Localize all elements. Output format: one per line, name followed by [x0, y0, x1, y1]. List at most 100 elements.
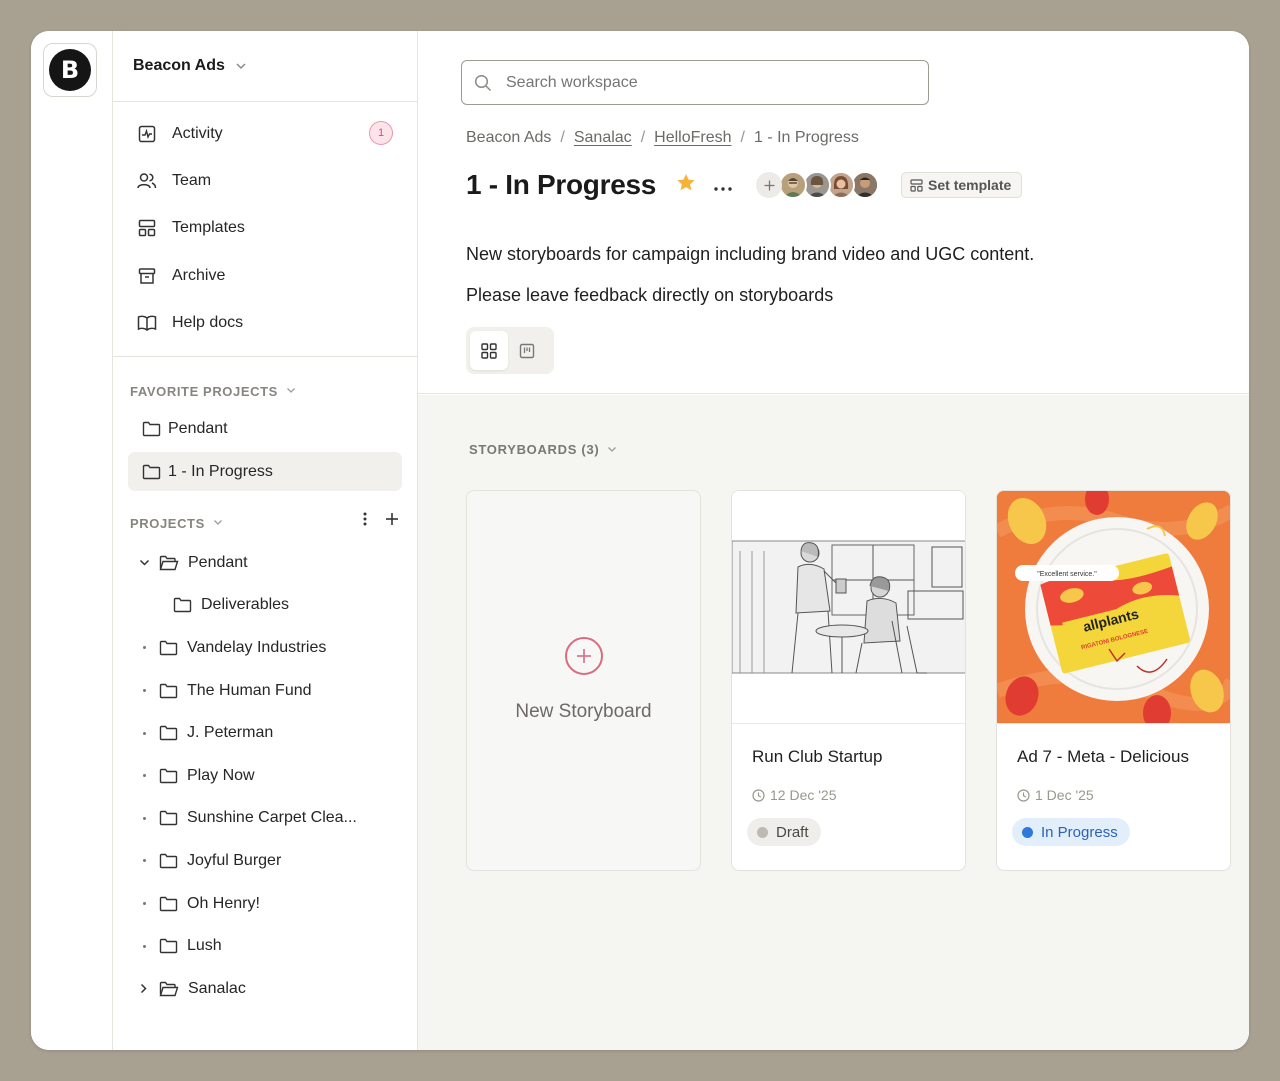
project-item-label: J. Peterman [187, 724, 274, 742]
folder-icon [159, 810, 178, 826]
project-item-label: Oh Henry! [187, 894, 260, 912]
project-item-human-fund[interactable]: The Human Fund [113, 669, 417, 712]
sidebar-item-label: Activity [172, 124, 223, 142]
sidebar-item-templates[interactable]: Templates [113, 205, 417, 252]
templates-icon [137, 218, 157, 238]
add-project-icon[interactable] [385, 512, 399, 529]
folder-icon [159, 768, 178, 784]
avatar[interactable] [851, 171, 880, 199]
grid-icon [481, 342, 497, 359]
favorite-projects-header[interactable]: FAVORITE PROJECTS [113, 379, 417, 403]
project-item-j-peterman[interactable]: J. Peterman [113, 712, 417, 755]
chevron-down-icon[interactable] [137, 559, 151, 567]
folder-icon [142, 464, 161, 480]
project-item-deliverables[interactable]: Deliverables [113, 584, 417, 627]
storyboard-title: Run Club Startup [752, 747, 883, 766]
project-item-label: Joyful Burger [187, 851, 282, 869]
storyboards-header[interactable]: STORYBOARDS (3) [469, 442, 617, 457]
set-template-button[interactable]: Set template [901, 172, 1023, 198]
avatar[interactable] [803, 171, 832, 199]
folder-icon [159, 938, 178, 954]
project-item-label: Sanalac [188, 979, 246, 997]
storyboard-thumbnail [732, 491, 965, 724]
project-item-label: Deliverables [201, 596, 290, 614]
storyboard-date: 12 Dec '25 [752, 787, 837, 803]
add-member-icon[interactable] [756, 172, 783, 198]
sidebar-item-activity[interactable]: Activity 1 [113, 110, 417, 157]
folder-icon [159, 640, 178, 656]
project-item-label: Lush [187, 937, 222, 955]
member-avatars[interactable] [756, 171, 880, 199]
sidebar-item-archive[interactable]: Archive [113, 252, 417, 299]
folder-icon [159, 853, 178, 869]
project-item-oh-henry[interactable]: Oh Henry! [113, 882, 417, 925]
storyboard-date-text: 12 Dec '25 [770, 787, 837, 803]
avatar[interactable] [827, 171, 856, 199]
thumbnail-quote: "Excellent service." [1037, 571, 1097, 578]
workspace-switcher[interactable]: B [43, 43, 97, 97]
storyboard-card-run-club[interactable]: Run Club Startup 12 Dec '25 Draft [731, 490, 966, 871]
favorite-item-pendant[interactable]: Pendant [128, 409, 402, 448]
chevron-down-icon [213, 517, 223, 529]
project-item-sunshine[interactable]: Sunshine Carpet Clea... [113, 797, 417, 840]
project-item-label: Vandelay Industries [187, 638, 327, 656]
workspace-header[interactable]: Beacon Ads [113, 31, 417, 102]
sidebar-item-label: Archive [172, 266, 226, 284]
more-vertical-icon[interactable] [363, 512, 367, 529]
project-item-joyful-burger[interactable]: Joyful Burger [113, 840, 417, 883]
chevron-down-icon [607, 444, 617, 456]
storyboard-card-ad7[interactable]: "Excellent service." allplants RIGATONI … [996, 490, 1231, 871]
page-title: 1 - In Progress [466, 169, 657, 200]
search-box[interactable] [461, 60, 929, 105]
status-badge[interactable]: In Progress [1012, 818, 1130, 846]
app-window: B Beacon Ads Activity 1 Team Templates A… [31, 31, 1249, 1050]
description-line: New storyboards for campaign including b… [466, 244, 1035, 264]
workspace-logo: B [49, 49, 91, 91]
favorite-projects-list: Pendant 1 - In Progress [113, 409, 417, 492]
chevron-right-icon[interactable] [137, 983, 151, 994]
grid-view-button[interactable] [470, 331, 508, 370]
new-storyboard-card[interactable]: New Storyboard [466, 490, 701, 871]
sidebar-item-team[interactable]: Team [113, 157, 417, 204]
workspace-name: Beacon Ads [133, 57, 225, 74]
project-item-lush[interactable]: Lush [113, 925, 417, 968]
storyboard-title: Ad 7 - Meta - Delicious [1017, 747, 1189, 766]
storyboards-section: STORYBOARDS (3) New Storyboard Run Club … [418, 395, 1249, 1050]
storyboard-date-text: 1 Dec '25 [1035, 787, 1094, 803]
breadcrumb-link-sanalac[interactable]: Sanalac [574, 129, 632, 147]
search-input[interactable] [506, 73, 906, 92]
chevron-down-icon [235, 57, 247, 75]
project-item-pendant[interactable]: Pendant [113, 541, 417, 584]
sidebar-item-help-docs[interactable]: Help docs [113, 299, 417, 346]
description-line: Please leave feedback directly on storyb… [466, 285, 834, 305]
project-item-vandelay[interactable]: Vandelay Industries [113, 627, 417, 670]
storyboards-heading: STORYBOARDS (3) [469, 442, 600, 457]
sidebar-item-label: Templates [172, 219, 245, 237]
avatar[interactable] [779, 171, 808, 199]
main-content: Beacon Ads / Sanalac / HelloFresh / 1 - … [418, 31, 1249, 1050]
more-horizontal-icon[interactable] [714, 174, 732, 197]
workspace-rail: B [31, 31, 113, 1050]
favorite-item-in-progress[interactable]: 1 - In Progress [128, 452, 402, 492]
folder-open-icon [159, 555, 179, 571]
project-item-label: The Human Fund [187, 681, 312, 699]
sidebar-item-label: Help docs [172, 313, 244, 331]
status-label: Draft [776, 823, 809, 841]
project-item-play-now[interactable]: Play Now [113, 754, 417, 797]
plus-circle-icon [564, 637, 603, 675]
sidebar-item-label: Team [172, 171, 212, 189]
project-item-label: Play Now [187, 766, 255, 784]
project-item-sanalac[interactable]: Sanalac [113, 967, 417, 1010]
projects-header[interactable]: PROJECTS [113, 511, 417, 535]
board-view-button[interactable] [508, 331, 546, 370]
breadcrumb-link-hellofresh[interactable]: HelloFresh [654, 129, 731, 147]
status-badge[interactable]: Draft [747, 818, 821, 846]
project-header: Beacon Ads / Sanalac / HelloFresh / 1 - … [418, 31, 1249, 394]
folder-icon [159, 896, 178, 912]
favorite-projects-heading: FAVORITE PROJECTS [130, 383, 278, 399]
breadcrumb-item[interactable]: Beacon Ads [466, 129, 551, 147]
sidebar-nav: Activity 1 Team Templates Archive Help d… [113, 102, 417, 358]
star-icon[interactable] [676, 172, 696, 198]
status-label: In Progress [1041, 823, 1118, 841]
book-icon [137, 313, 157, 333]
